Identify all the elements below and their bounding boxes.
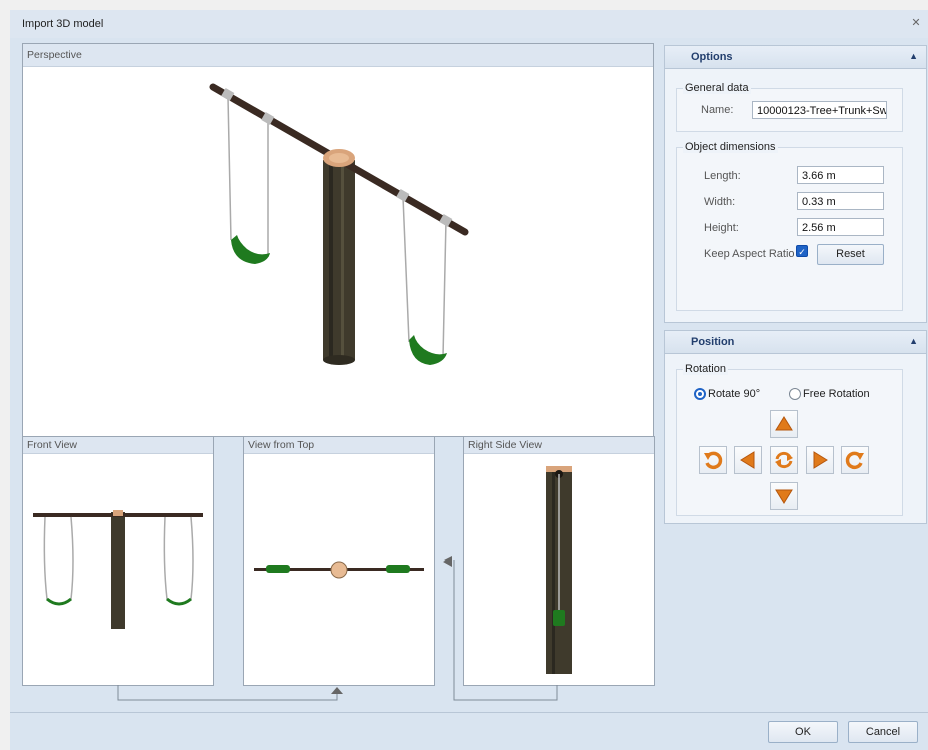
rotate-90-label[interactable]: Rotate 90° bbox=[708, 388, 760, 400]
width-input[interactable]: 0.33 m bbox=[797, 192, 884, 210]
general-data-group: General data Name: 10000123-Tree+Trunk+S… bbox=[676, 82, 903, 132]
options-title: Options bbox=[691, 51, 733, 63]
rotate-90-radio[interactable] bbox=[694, 388, 706, 400]
rotate-right-button[interactable] bbox=[841, 446, 869, 474]
right-side-view-label: Right Side View bbox=[468, 439, 542, 451]
right-connector bbox=[443, 557, 558, 701]
keep-aspect-ratio-checkbox[interactable]: ✓ bbox=[796, 245, 808, 257]
position-header[interactable]: Position ▲ bbox=[665, 331, 926, 354]
flip-button[interactable] bbox=[770, 446, 798, 474]
height-input[interactable]: 2.56 m bbox=[797, 218, 884, 236]
name-label: Name: bbox=[701, 104, 734, 116]
object-dimensions-group: Object dimensions Length: 3.66 m Width: … bbox=[676, 141, 903, 311]
front-view-header: Front View bbox=[23, 437, 213, 454]
free-rotation-radio[interactable] bbox=[789, 388, 801, 400]
right-side-view-header: Right Side View bbox=[464, 437, 654, 454]
window-titlebar: Import 3D model ✕ bbox=[10, 10, 928, 39]
move-down-button[interactable] bbox=[770, 482, 798, 510]
arrow-up-icon bbox=[775, 416, 793, 431]
cancel-button[interactable]: Cancel bbox=[848, 721, 918, 743]
perspective-canvas[interactable] bbox=[23, 67, 653, 436]
length-input[interactable]: 3.66 m bbox=[797, 166, 884, 184]
perspective-header: Perspective bbox=[23, 44, 653, 67]
general-data-title: General data bbox=[683, 82, 751, 94]
rotation-title: Rotation bbox=[683, 363, 728, 375]
object-dimensions-title: Object dimensions bbox=[683, 141, 778, 153]
dialog-footer: OK Cancel bbox=[10, 712, 928, 750]
name-input[interactable]: 10000123-Tree+Trunk+Swi bbox=[752, 101, 887, 119]
top-view-label: View from Top bbox=[248, 439, 315, 451]
reset-button[interactable]: Reset bbox=[817, 244, 884, 265]
rotation-group: Rotation Rotate 90° Free Rotation bbox=[676, 363, 903, 516]
perspective-view[interactable]: Perspective bbox=[22, 43, 654, 437]
close-icon[interactable]: ✕ bbox=[910, 17, 922, 29]
options-panel: Options ▲ General data Name: 10000123-Tr… bbox=[664, 45, 927, 323]
options-header[interactable]: Options ▲ bbox=[665, 46, 926, 69]
free-rotation-label[interactable]: Free Rotation bbox=[803, 388, 870, 400]
height-label: Height: bbox=[704, 222, 739, 234]
window-title: Import 3D model bbox=[22, 18, 104, 30]
perspective-label: Perspective bbox=[27, 49, 82, 61]
rotate-right-icon bbox=[845, 451, 864, 470]
view-connector-lines bbox=[117, 556, 480, 701]
arrow-down-icon bbox=[775, 489, 793, 504]
top-view-header: View from Top bbox=[244, 437, 434, 454]
rotate-left-icon bbox=[704, 451, 723, 470]
rotate-left-button[interactable] bbox=[699, 446, 727, 474]
move-up-button[interactable] bbox=[770, 410, 798, 438]
flip-icon bbox=[775, 451, 793, 469]
position-title: Position bbox=[691, 336, 735, 348]
move-right-button[interactable] bbox=[806, 446, 834, 474]
arrow-left-icon bbox=[740, 451, 755, 469]
ok-button[interactable]: OK bbox=[768, 721, 838, 743]
chevron-up-icon[interactable]: ▲ bbox=[909, 51, 918, 61]
length-label: Length: bbox=[704, 170, 741, 182]
arrow-right-icon bbox=[813, 451, 828, 469]
front-view-label: Front View bbox=[27, 439, 77, 451]
keep-aspect-ratio-label: Keep Aspect Ratio bbox=[704, 248, 795, 260]
width-label: Width: bbox=[704, 196, 736, 208]
position-panel: Position ▲ Rotation Rotate 90° Free Rota… bbox=[664, 330, 927, 524]
chevron-up-icon[interactable]: ▲ bbox=[909, 336, 918, 346]
move-left-button[interactable] bbox=[734, 446, 762, 474]
perspective-model bbox=[209, 83, 469, 365]
